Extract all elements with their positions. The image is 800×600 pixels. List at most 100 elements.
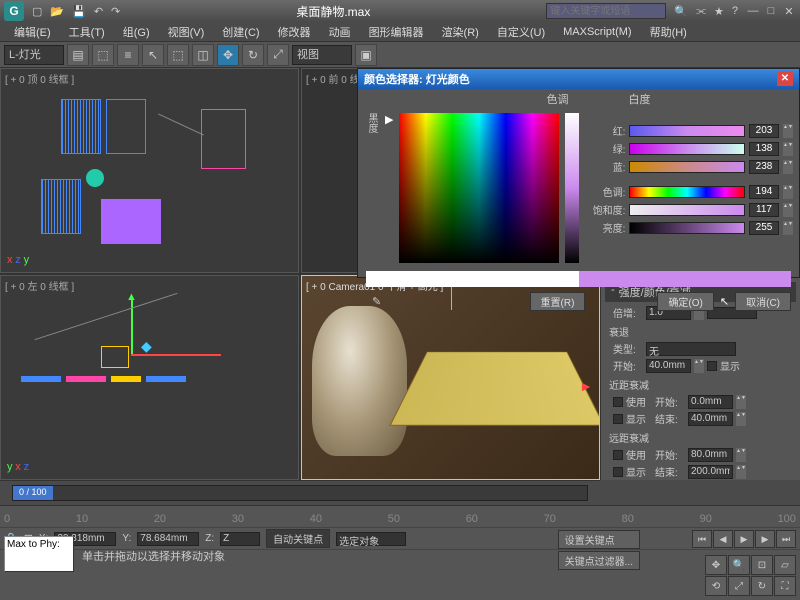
sat-spinner[interactable]: ▲▼ bbox=[783, 203, 793, 217]
decay-type-dropdown[interactable]: 无 bbox=[646, 342, 736, 356]
move-icon[interactable]: ✥ bbox=[217, 44, 239, 66]
menu-anim[interactable]: 动画 bbox=[321, 22, 359, 42]
minimize-icon[interactable]: — bbox=[746, 5, 760, 18]
hue-value[interactable]: 194 bbox=[749, 185, 779, 199]
menu-help[interactable]: 帮助(H) bbox=[642, 22, 695, 42]
help-icon[interactable]: ? bbox=[732, 5, 738, 18]
far-end-input[interactable] bbox=[688, 465, 733, 479]
menu-tools[interactable]: 工具(T) bbox=[61, 22, 113, 42]
menu-create[interactable]: 创建(C) bbox=[214, 22, 267, 42]
menu-modifier[interactable]: 修改器 bbox=[270, 22, 319, 42]
scale-icon[interactable]: ⤢ bbox=[267, 44, 289, 66]
green-spinner[interactable]: ▲▼ bbox=[783, 142, 793, 156]
layer-dropdown[interactable]: L-灯光 bbox=[4, 45, 64, 65]
play-icon[interactable]: ▶ bbox=[734, 530, 754, 548]
red-value[interactable]: 203 bbox=[749, 124, 779, 138]
far-use-checkbox[interactable] bbox=[613, 450, 623, 460]
val-slider[interactable] bbox=[629, 222, 745, 234]
window-crossing-icon[interactable]: ◫ bbox=[192, 44, 214, 66]
redo-icon[interactable]: ↷ bbox=[111, 5, 120, 18]
reset-button[interactable]: 重置(R) bbox=[530, 292, 586, 311]
decay-start-input[interactable] bbox=[646, 359, 691, 373]
menu-script[interactable]: MAXScript(M) bbox=[555, 24, 639, 40]
close-icon[interactable]: ✕ bbox=[782, 5, 796, 18]
near-start-input[interactable] bbox=[688, 395, 733, 409]
val-value[interactable]: 255 bbox=[749, 221, 779, 235]
select-all-icon[interactable]: ⬚ bbox=[92, 44, 114, 66]
script-listener[interactable]: Max to Phy: bbox=[4, 536, 74, 572]
rotate-icon[interactable]: ↻ bbox=[242, 44, 264, 66]
near-show-checkbox[interactable] bbox=[613, 414, 623, 424]
near-end-input[interactable] bbox=[688, 412, 733, 426]
cancel-button[interactable]: 取消(C) bbox=[735, 292, 791, 311]
dolly-icon[interactable]: ⤢ bbox=[728, 576, 750, 596]
whiteness-strip[interactable] bbox=[565, 113, 579, 263]
link-icon[interactable]: ⫘ bbox=[696, 5, 706, 18]
menu-edit[interactable]: 编辑(E) bbox=[6, 22, 59, 42]
pan-icon[interactable]: ✥ bbox=[705, 555, 727, 575]
eyedropper-icon[interactable]: ✎ bbox=[372, 295, 381, 308]
next-frame-icon[interactable]: ▶ bbox=[755, 530, 775, 548]
time-marker[interactable]: 0 / 100 bbox=[13, 486, 53, 500]
pivot-icon[interactable]: ▣ bbox=[355, 44, 377, 66]
hue-spinner[interactable]: ▲▼ bbox=[783, 185, 793, 199]
color-spectrum[interactable] bbox=[399, 113, 559, 263]
far-show-checkbox[interactable] bbox=[613, 467, 623, 477]
blue-slider[interactable] bbox=[629, 161, 745, 173]
show-checkbox[interactable] bbox=[707, 361, 717, 371]
key-filters-button[interactable]: 关键点过滤器... bbox=[558, 551, 640, 570]
binoculars-icon[interactable]: 🔍 bbox=[674, 5, 688, 18]
green-value[interactable]: 138 bbox=[749, 142, 779, 156]
goto-end-icon[interactable]: ⏭ bbox=[776, 530, 796, 548]
layer-manager-icon[interactable]: ▤ bbox=[67, 44, 89, 66]
maximize-icon[interactable]: □ bbox=[764, 5, 778, 18]
select-icon[interactable]: ↖ bbox=[142, 44, 164, 66]
hue-slider[interactable] bbox=[629, 186, 745, 198]
coord-z-input[interactable] bbox=[220, 532, 260, 546]
menu-graph[interactable]: 图形编辑器 bbox=[361, 22, 432, 42]
key-target-dropdown[interactable]: 选定对象 bbox=[336, 532, 406, 546]
near-use-checkbox[interactable] bbox=[613, 397, 623, 407]
far-start-input[interactable] bbox=[688, 448, 733, 462]
maximize-vp-icon[interactable]: ⛶ bbox=[774, 576, 796, 596]
open-icon[interactable]: 📂 bbox=[50, 5, 64, 18]
val-spinner[interactable]: ▲▼ bbox=[783, 221, 793, 235]
refcoord-dropdown[interactable]: 视图 bbox=[292, 45, 352, 65]
viewport-top[interactable]: [ + 0 顶 0 线框 ] x z y bbox=[0, 68, 299, 273]
undo-icon[interactable]: ↶ bbox=[94, 5, 103, 18]
green-slider[interactable] bbox=[629, 143, 745, 155]
orbit-icon[interactable]: ⟲ bbox=[705, 576, 727, 596]
zoom-extents-icon[interactable]: ⊡ bbox=[751, 555, 773, 575]
red-slider[interactable] bbox=[629, 125, 745, 137]
dialog-titlebar[interactable]: 颜色选择器: 灯光颜色 ✕ bbox=[358, 69, 799, 89]
new-icon[interactable]: ▢ bbox=[32, 5, 42, 18]
zoom-icon[interactable]: 🔍 bbox=[728, 555, 750, 575]
list-icon[interactable]: ≡ bbox=[117, 44, 139, 66]
ok-button[interactable]: 确定(O) bbox=[657, 292, 713, 311]
menu-custom[interactable]: 自定义(U) bbox=[489, 22, 553, 42]
save-icon[interactable]: 💾 bbox=[72, 5, 86, 18]
goto-start-icon[interactable]: ⏮ bbox=[692, 530, 712, 548]
menu-view[interactable]: 视图(V) bbox=[160, 22, 213, 42]
prev-frame-icon[interactable]: ◀ bbox=[713, 530, 733, 548]
time-slider[interactable]: 0 / 100 bbox=[12, 485, 588, 501]
blue-value[interactable]: 238 bbox=[749, 160, 779, 174]
timeline[interactable]: 0 / 100 bbox=[0, 480, 600, 505]
auto-key-button[interactable]: 自动关键点 bbox=[266, 529, 330, 548]
blue-spinner[interactable]: ▲▼ bbox=[783, 160, 793, 174]
menu-render[interactable]: 渲染(R) bbox=[434, 22, 487, 42]
star-icon[interactable]: ★ bbox=[714, 5, 724, 18]
dialog-close-icon[interactable]: ✕ bbox=[777, 72, 793, 86]
fov-icon[interactable]: ▱ bbox=[774, 555, 796, 575]
set-key-button[interactable]: 设置关键点 bbox=[558, 530, 640, 549]
menu-group[interactable]: 组(G) bbox=[115, 22, 158, 42]
roll-icon[interactable]: ↻ bbox=[751, 576, 773, 596]
viewport-left[interactable]: [ + 0 左 0 线框 ] ▲ ◆ y x z bbox=[0, 275, 299, 480]
red-spinner[interactable]: ▲▼ bbox=[783, 124, 793, 138]
sat-slider[interactable] bbox=[629, 204, 745, 216]
coord-y-input[interactable] bbox=[137, 532, 199, 546]
sat-value[interactable]: 117 bbox=[749, 203, 779, 217]
search-input[interactable] bbox=[546, 3, 666, 19]
dialog-title: 颜色选择器: 灯光颜色 bbox=[364, 71, 470, 87]
select-region-icon[interactable]: ⬚ bbox=[167, 44, 189, 66]
